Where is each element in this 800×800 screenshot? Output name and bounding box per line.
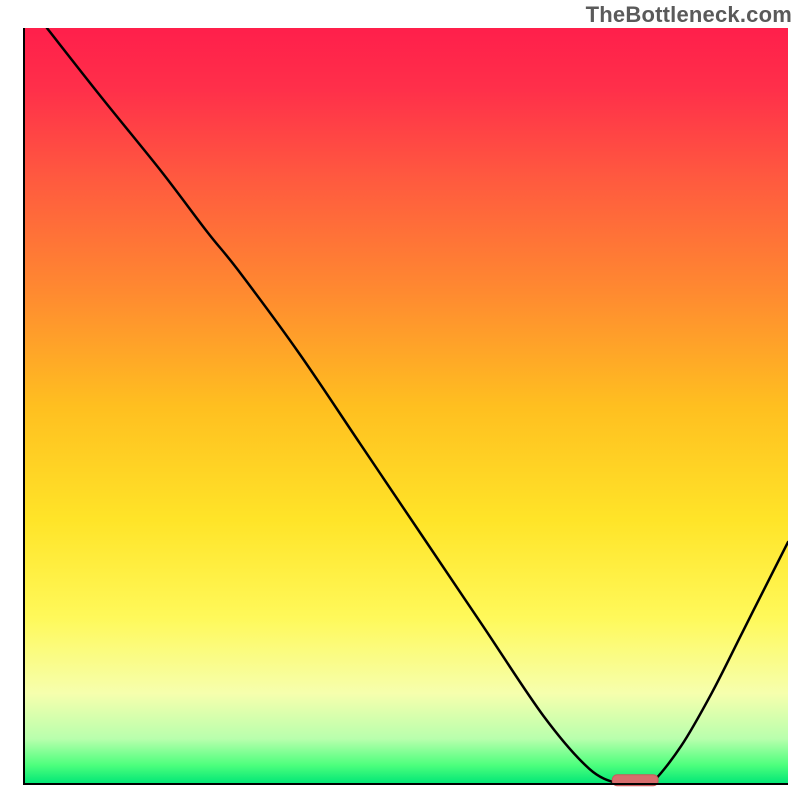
bottleneck-chart [0,0,800,800]
watermark-text: TheBottleneck.com [586,2,792,28]
chart-stage: { "watermark": "TheBottleneck.com", "cha… [0,0,800,800]
